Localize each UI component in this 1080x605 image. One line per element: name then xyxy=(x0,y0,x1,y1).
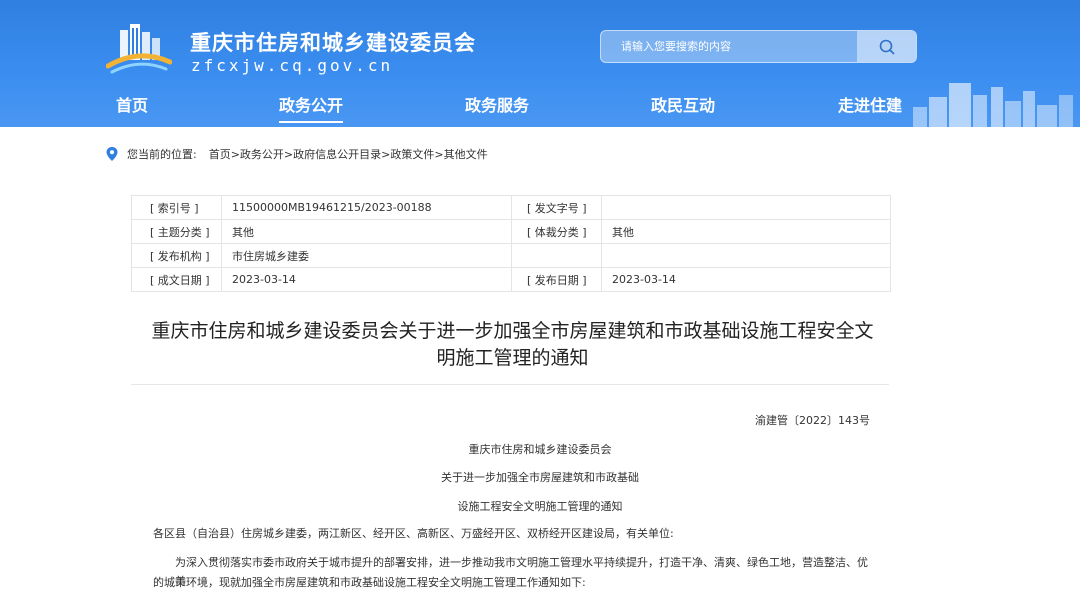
nav-item-home[interactable]: 首页 xyxy=(116,92,148,116)
meta-key: [ 发布日期 ] xyxy=(511,267,602,292)
search-icon xyxy=(879,39,895,55)
meta-key: [ 成文日期 ] xyxy=(131,267,222,292)
meta-key: [ 发文字号 ] xyxy=(511,195,602,220)
breadcrumb-label: 您当前的位置: xyxy=(127,148,197,161)
nav-item-government-services[interactable]: 政务服务 xyxy=(465,92,529,116)
search-box xyxy=(600,30,917,63)
document-number: 渝建管〔2022〕143号 xyxy=(755,414,870,427)
article-heading-line: 关于进一步加强全市房屋建筑和市政基础 xyxy=(441,471,639,484)
meta-value: 市住房城乡建委 xyxy=(221,243,512,268)
meta-value: 2023-03-14 xyxy=(601,267,891,292)
nav-item-government-affairs[interactable]: 政务公开 xyxy=(279,92,344,123)
meta-value xyxy=(601,243,891,268)
meta-value: 其他 xyxy=(601,219,891,244)
site-domain: zfcxjw.cq.gov.cn xyxy=(191,56,394,75)
nav-item-interaction[interactable]: 政民互动 xyxy=(651,92,715,116)
title-divider xyxy=(131,384,889,385)
article-title-line: 明施工管理的通知 xyxy=(436,347,589,369)
article-title-line: 重庆市住房和城乡建设委员会关于进一步加强全市房屋建筑和市政基础设施工程安全文 xyxy=(151,320,874,342)
table-row: [ 索引号 ] 11500000MB19461215/2023-00188 [ … xyxy=(131,195,891,220)
meta-value: 11500000MB19461215/2023-00188 xyxy=(221,195,512,220)
meta-value: 其他 xyxy=(221,219,512,244)
meta-key: [ 索引号 ] xyxy=(131,195,222,220)
breadcrumb-path[interactable]: 首页>政务公开>政府信息公开目录>政策文件>其他文件 xyxy=(209,146,488,162)
article-heading-line: 设施工程安全文明施工管理的通知 xyxy=(457,500,623,513)
search-button[interactable] xyxy=(857,31,916,62)
table-row: [ 主题分类 ] 其他 [ 体裁分类 ] 其他 xyxy=(131,219,891,244)
nav-item-about[interactable]: 走进住建 xyxy=(838,92,902,116)
breadcrumb: 您当前的位置: 首页>政务公开>政府信息公开目录>政策文件>其他文件 xyxy=(105,145,488,163)
article-title: 重庆市住房和城乡建设委员会关于进一步加强全市房屋建筑和市政基础设施工程安全文 明… xyxy=(125,318,900,372)
table-row: [ 成文日期 ] 2023-03-14 [ 发布日期 ] 2023-03-14 xyxy=(131,267,891,292)
meta-value xyxy=(601,195,891,220)
site-title[interactable]: 重庆市住房和城乡建设委员会 xyxy=(190,27,476,57)
site-logo-icon[interactable] xyxy=(106,22,172,76)
table-row: [ 发布机构 ] 市住房城乡建委 xyxy=(131,243,891,268)
skyline-decoration-icon xyxy=(913,83,1073,127)
meta-key: [ 发布机构 ] xyxy=(131,243,222,268)
location-pin-icon xyxy=(106,147,118,161)
active-nav-indicator xyxy=(279,121,344,123)
article-recipients: 各区县（自治县）住房城乡建委，两江新区、经开区、高新区、万盛经开区、双桥经开区建… xyxy=(153,527,674,540)
article-body-line: 的城市环境，现就加强全市房屋建筑和市政基础设施工程安全文明施工管理工作通知如下: xyxy=(153,576,586,589)
site-header: 重庆市住房和城乡建设委员会 zfcxjw.cq.gov.cn 首页 政务公开 政… xyxy=(0,0,1080,127)
meta-key: [ 主题分类 ] xyxy=(131,219,222,244)
meta-key xyxy=(511,243,602,268)
meta-value: 2023-03-14 xyxy=(221,267,512,292)
article-heading-issuer: 重庆市住房和城乡建设委员会 xyxy=(468,443,612,456)
search-input[interactable] xyxy=(601,31,859,62)
meta-key: [ 体裁分类 ] xyxy=(511,219,602,244)
document-metadata-table: [ 索引号 ] 11500000MB19461215/2023-00188 [ … xyxy=(131,195,891,292)
